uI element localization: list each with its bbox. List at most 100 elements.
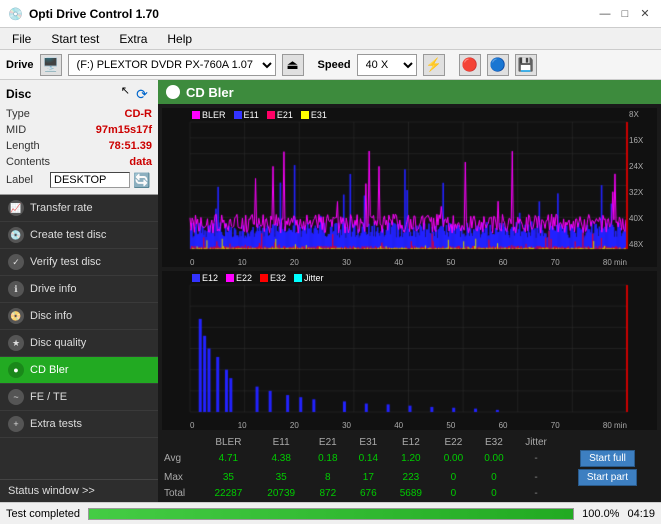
start-full-button[interactable]: Start full (580, 450, 635, 467)
chart1-x-axis: 01020304050607080 min (190, 249, 627, 267)
stats-total-row: Total 22287 20739 872 676 5689 0 0 - (162, 487, 657, 500)
chart1-legend: BLER E11 E21 E31 (192, 110, 327, 120)
transfer-rate-icon: 📈 (8, 200, 24, 216)
menu-file[interactable]: File (8, 31, 35, 47)
stats-header-row: BLER E11 E21 E31 E12 E22 E32 Jitter (162, 436, 657, 449)
sidebar-item-extra-tests[interactable]: + Extra tests (0, 411, 158, 438)
label-input[interactable] (50, 172, 130, 188)
disc-label-row: Label 🔄 (6, 170, 152, 190)
status-window-button[interactable]: Status window >> (0, 479, 158, 502)
drive-label: Drive (6, 59, 34, 71)
total-e22: 0 (433, 487, 474, 500)
total-e31: 676 (348, 487, 389, 500)
sidebar-item-label: Extra tests (30, 418, 82, 430)
sidebar: Disc ↖ ⟳ Type CD-R MID 97m15s17f Length … (0, 80, 158, 502)
sidebar-item-fe-te[interactable]: ~ FE / TE (0, 384, 158, 411)
label-refresh-btn[interactable]: 🔄 (132, 170, 152, 190)
chart-1: 4035302520151050 BLER E11 E21 (162, 108, 657, 267)
menu-help[interactable]: Help (163, 31, 196, 47)
max-bler: 35 (202, 468, 255, 487)
disc-quality-icon: ★ (8, 335, 24, 351)
total-e11: 20739 (255, 487, 308, 500)
disc-header: Disc ↖ ⟳ (6, 84, 152, 104)
main: Disc ↖ ⟳ Type CD-R MID 97m15s17f Length … (0, 80, 661, 502)
progress-bar (88, 508, 574, 520)
sidebar-item-disc-quality[interactable]: ★ Disc quality (0, 330, 158, 357)
disc-info-icon: 📀 (8, 308, 24, 324)
action-btn-2[interactable]: 🔵 (487, 54, 509, 76)
speed-label: Speed (318, 59, 351, 71)
e21-color (267, 111, 275, 119)
start-part-button[interactable]: Start part (578, 469, 637, 486)
speed-icon-btn[interactable]: ⚡ (423, 54, 445, 76)
status-window-label: Status window >> (8, 485, 95, 497)
progress-percent: 100.0% (582, 508, 619, 520)
chart1-canvas (162, 108, 657, 267)
drive-info-icon: ℹ (8, 281, 24, 297)
th-e22: E22 (433, 436, 474, 449)
nav-items: 📈 Transfer rate 💿 Create test disc ✓ Ver… (0, 195, 158, 438)
chart-2: 300250200150100500 E12 E22 E32 (162, 271, 657, 430)
restore-button[interactable]: □ (617, 6, 633, 22)
sidebar-item-transfer-rate[interactable]: 📈 Transfer rate (0, 195, 158, 222)
minimize-button[interactable]: — (597, 6, 613, 22)
sidebar-item-label: FE / TE (30, 391, 67, 403)
sidebar-item-label: Disc info (30, 310, 72, 322)
th-e31: E31 (348, 436, 389, 449)
e11-color (234, 111, 242, 119)
sidebar-item-drive-info[interactable]: ℹ Drive info (0, 276, 158, 303)
max-e11: 35 (255, 468, 308, 487)
max-e31: 17 (348, 468, 389, 487)
sidebar-item-label: CD Bler (30, 364, 69, 376)
verify-test-disc-icon: ✓ (8, 254, 24, 270)
disc-section: Disc ↖ ⟳ Type CD-R MID 97m15s17f Length … (0, 80, 158, 195)
legend-e22: E22 (226, 273, 252, 283)
eject-button[interactable]: ⏏ (282, 54, 304, 76)
disc-refresh-btn[interactable]: ⟳ (132, 84, 152, 104)
chart-title: CD Bler (186, 85, 234, 100)
max-label: Max (162, 468, 202, 487)
th-e32: E32 (474, 436, 515, 449)
menu-bar: File Start test Extra Help (0, 28, 661, 50)
stats-avg-row: Avg 4.71 4.38 0.18 0.14 1.20 0.00 0.00 -… (162, 449, 657, 468)
action-btn-3[interactable]: 💾 (515, 54, 537, 76)
speed-select[interactable]: 40 X (357, 54, 417, 76)
avg-e22: 0.00 (433, 449, 474, 468)
sidebar-item-verify-test-disc[interactable]: ✓ Verify test disc (0, 249, 158, 276)
sidebar-item-cd-bler[interactable]: ● CD Bler (0, 357, 158, 384)
cd-bler-icon: ● (8, 362, 24, 378)
e31-color (301, 111, 309, 119)
total-e32: 0 (474, 487, 515, 500)
sidebar-item-create-test-disc[interactable]: 💿 Create test disc (0, 222, 158, 249)
sidebar-item-label: Drive info (30, 283, 76, 295)
total-e12: 5689 (389, 487, 434, 500)
e22-color (226, 274, 234, 282)
th-jitter: Jitter (514, 436, 558, 449)
legend-jitter: Jitter (294, 273, 324, 283)
sidebar-item-disc-info[interactable]: 📀 Disc info (0, 303, 158, 330)
bler-color (192, 111, 200, 119)
legend-e32: E32 (260, 273, 286, 283)
th-bler: BLER (202, 436, 255, 449)
avg-bler: 4.71 (202, 449, 255, 468)
th-e12: E12 (389, 436, 434, 449)
drive-select[interactable]: (F:) PLEXTOR DVDR PX-760A 1.07 (68, 54, 276, 76)
menu-extra[interactable]: Extra (115, 31, 151, 47)
max-e12: 223 (389, 468, 434, 487)
avg-e11: 4.38 (255, 449, 308, 468)
th-e11: E11 (255, 436, 308, 449)
title-bar-controls: — □ ✕ (597, 6, 653, 22)
avg-e12: 1.20 (389, 449, 434, 468)
chart2-x-axis: 01020304050607080 min (190, 412, 627, 430)
total-bler: 22287 (202, 487, 255, 500)
max-e21: 8 (308, 468, 349, 487)
action-btn-1[interactable]: 🔴 (459, 54, 481, 76)
drive-icon-btn[interactable]: 🖥️ (40, 54, 62, 76)
chart2-canvas (162, 271, 657, 430)
total-e21: 872 (308, 487, 349, 500)
menu-start-test[interactable]: Start test (47, 31, 103, 47)
progress-bar-fill (89, 509, 573, 519)
start-part-cell: Start part (558, 468, 657, 487)
close-button[interactable]: ✕ (637, 6, 653, 22)
e32-color (260, 274, 268, 282)
